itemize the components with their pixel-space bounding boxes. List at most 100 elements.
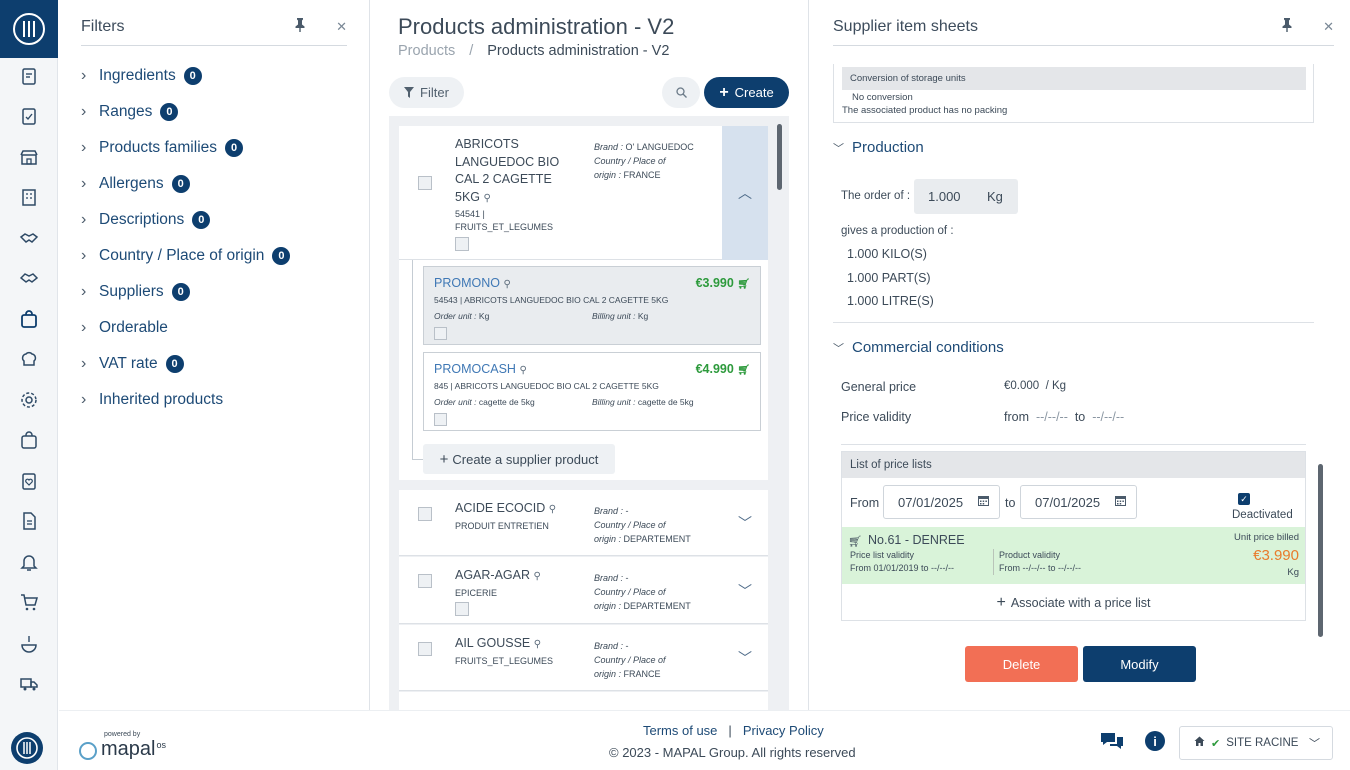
product-validity: Product validity From --/--/-- to --/--/… [999, 549, 1081, 575]
rail-item-handshake-alt[interactable] [0, 261, 58, 302]
close-icon[interactable]: ✕ [336, 19, 347, 35]
chevron-right-icon: › [81, 175, 87, 192]
calendar-icon[interactable] [978, 495, 989, 509]
close-icon[interactable]: ✕ [1323, 19, 1334, 35]
product-card-partial[interactable] [399, 692, 768, 710]
rail-item-building[interactable] [0, 180, 58, 221]
rail-item-handshake[interactable] [0, 220, 58, 261]
filter-item[interactable]: › Ingredients 0 [81, 58, 290, 94]
rail-item-clipboard-check[interactable] [0, 99, 58, 140]
pin-icon[interactable] [294, 18, 306, 35]
supplier-name[interactable]: PROMOCASH ⚲ [434, 362, 527, 376]
filter-item-label: Suppliers [99, 283, 164, 300]
terms-link[interactable]: Terms of use [643, 723, 717, 738]
supplier-price: €3.990 🛒︎ [696, 276, 750, 290]
sheets-body[interactable]: Conversion of storage units No conversio… [833, 64, 1314, 644]
supplier-price-text: €3.990 [695, 276, 734, 290]
collapse-toggle[interactable]: ︿ [722, 126, 768, 260]
rail-item-clipboard-heart[interactable] [0, 463, 58, 504]
from-date-picker[interactable]: 07/01/2025 [883, 485, 1000, 519]
order-quantity-field[interactable]: 1.000 Kg [914, 179, 1018, 214]
supplier-sheets-panel: Supplier item sheets ✕ Conversion of sto… [810, 0, 1350, 710]
product-card[interactable]: ACIDE ECOCID ⚲ PRODUIT ENTRETIEN Brand :… [399, 490, 768, 556]
associate-price-list-button[interactable]: + Associate with a price list [842, 585, 1305, 620]
location-pin-icon: ⚲ [483, 192, 491, 204]
billing-unit-value: Kg [637, 311, 649, 321]
supplier-units: Order unit : cagette de 5kg Billing unit … [434, 397, 754, 407]
supplier-name[interactable]: PROMONO ⚲ [434, 276, 511, 290]
info-icon[interactable]: i [1145, 731, 1165, 751]
filter-item[interactable]: › Descriptions 0 [81, 202, 290, 238]
filter-button[interactable]: Filter [389, 77, 464, 108]
filter-item[interactable]: › Products families 0 [81, 130, 290, 166]
rail-item-dish[interactable] [0, 625, 58, 666]
price-list-validity-value: From 01/01/2019 to --/--/-- [850, 563, 955, 573]
rail-item-chef-hat[interactable] [0, 342, 58, 383]
filter-item[interactable]: › Orderable [81, 310, 290, 346]
origin-value: DEPARTEMENT [623, 534, 691, 544]
brand-label: Brand : [594, 641, 624, 651]
app-logo[interactable] [0, 0, 58, 58]
product-card[interactable]: ABRICOTS LANGUEDOC BIO CAL 2 CAGETTE 5KG… [399, 126, 768, 260]
filter-item[interactable]: › Country / Place of origin 0 [81, 238, 291, 274]
create-supplier-product-button[interactable]: + Create a supplier product [423, 444, 615, 474]
supplier-product-card[interactable]: PROMOCASH ⚲ €4.990 🛒︎ 845 | ABRICOTS LAN… [423, 352, 761, 431]
chevron-down-icon: ﹀ [833, 142, 844, 155]
product-card[interactable]: AGAR-AGAR ⚲ EPICERIE Brand : - Country /… [399, 557, 768, 624]
expand-toggle[interactable]: ﹀ [722, 490, 768, 556]
validity-to-label: to [1074, 410, 1086, 424]
rail-item-bell[interactable] [0, 544, 58, 585]
modify-button[interactable]: Modify [1083, 646, 1196, 682]
rail-item-bag[interactable] [0, 423, 58, 464]
commercial-section-toggle[interactable]: ﹀ Commercial conditions [833, 339, 1004, 356]
filter-item[interactable]: › VAT rate 0 [81, 346, 290, 382]
filter-item[interactable]: › Suppliers 0 [81, 274, 290, 310]
filter-list: › Ingredients 0 › Ranges 0 › Products families 0… [81, 58, 291, 418]
privacy-link[interactable]: Privacy Policy [743, 723, 824, 738]
deactivated-label: Deactivated [1232, 509, 1293, 521]
create-button[interactable]: + Create [704, 77, 789, 108]
product-card[interactable]: AIL GOUSSE ⚲ FRUITS_ET_LEGUMES Brand : -… [399, 625, 768, 691]
order-unit-value: cagette de 5kg [478, 397, 535, 407]
conversion-note: The associated product has no packing [842, 105, 1008, 116]
to-date-picker[interactable]: 07/01/2025 [1020, 485, 1137, 519]
filter-item[interactable]: › Ranges 0 [81, 94, 290, 130]
expand-toggle[interactable]: ﹀ [722, 625, 768, 691]
breadcrumb-root[interactable]: Products [398, 43, 455, 59]
rail-item-store[interactable] [0, 139, 58, 180]
price-list-validity: Price list validity From 01/01/2019 to -… [850, 549, 954, 575]
supplier-product-card[interactable]: PROMONO ⚲ €3.990 🛒︎ 54543 | ABRICOTS LAN… [423, 266, 761, 345]
chat-icon[interactable] [1100, 731, 1124, 757]
sheets-scrollbar[interactable] [1318, 464, 1323, 637]
search-button[interactable] [662, 77, 700, 108]
clipboard-heart-icon [19, 471, 39, 496]
delete-button[interactable]: Delete [965, 646, 1078, 682]
conversion-box: Conversion of storage units No conversio… [833, 64, 1314, 123]
rail-item-clipboard-edit[interactable] [0, 58, 58, 99]
price-list-row[interactable]: 🛒︎ No.61 - DENREE Unit price billed €3.9… [842, 527, 1305, 584]
rail-item-gear[interactable] [0, 382, 58, 423]
site-selector[interactable]: ✔ SITE RACINE ﹀ [1179, 726, 1333, 760]
expand-toggle[interactable]: ﹀ [722, 557, 768, 624]
rail-item-shopping-bag[interactable] [0, 301, 58, 342]
deactivated-checkbox[interactable]: ✓ [1238, 493, 1250, 505]
product-name: ABRICOTS LANGUEDOC BIO CAL 2 CAGETTE 5KG… [455, 136, 575, 207]
truck-icon [19, 673, 39, 698]
product-list[interactable]: ABRICOTS LANGUEDOC BIO CAL 2 CAGETTE 5KG… [389, 116, 789, 710]
rail-item-truck[interactable] [0, 666, 58, 707]
filter-button-label: Filter [420, 85, 449, 100]
production-section-toggle[interactable]: ﹀ Production [833, 139, 924, 156]
filter-item[interactable]: › Inherited products [81, 382, 290, 418]
filter-item[interactable]: › Allergens 0 [81, 166, 290, 202]
count-badge: 0 [160, 103, 179, 121]
calendar-icon[interactable] [1115, 495, 1126, 509]
supplier-name-text: PROMOCASH [434, 362, 516, 376]
cutlery-logo-icon [13, 13, 45, 45]
cutlery-small-icon [16, 737, 38, 759]
rail-item-document[interactable] [0, 504, 58, 545]
product-list-scrollbar[interactable] [777, 124, 782, 190]
pin-icon[interactable] [1281, 18, 1293, 35]
plus-icon: + [996, 593, 1006, 611]
user-avatar[interactable] [11, 732, 43, 764]
rail-item-cart[interactable] [0, 585, 58, 626]
